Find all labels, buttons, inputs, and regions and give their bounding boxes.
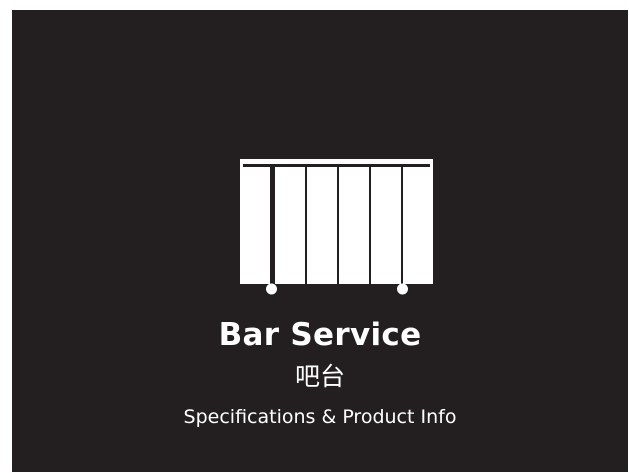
bar-counter-icon: [238, 157, 436, 297]
specifications-link[interactable]: Specifications & Product Info: [12, 404, 628, 430]
product-title-chinese: 吧台: [294, 362, 345, 391]
product-card[interactable]: Bar Service 吧台 Specifications & Product …: [12, 10, 628, 472]
product-title: Bar Service: [218, 317, 422, 353]
